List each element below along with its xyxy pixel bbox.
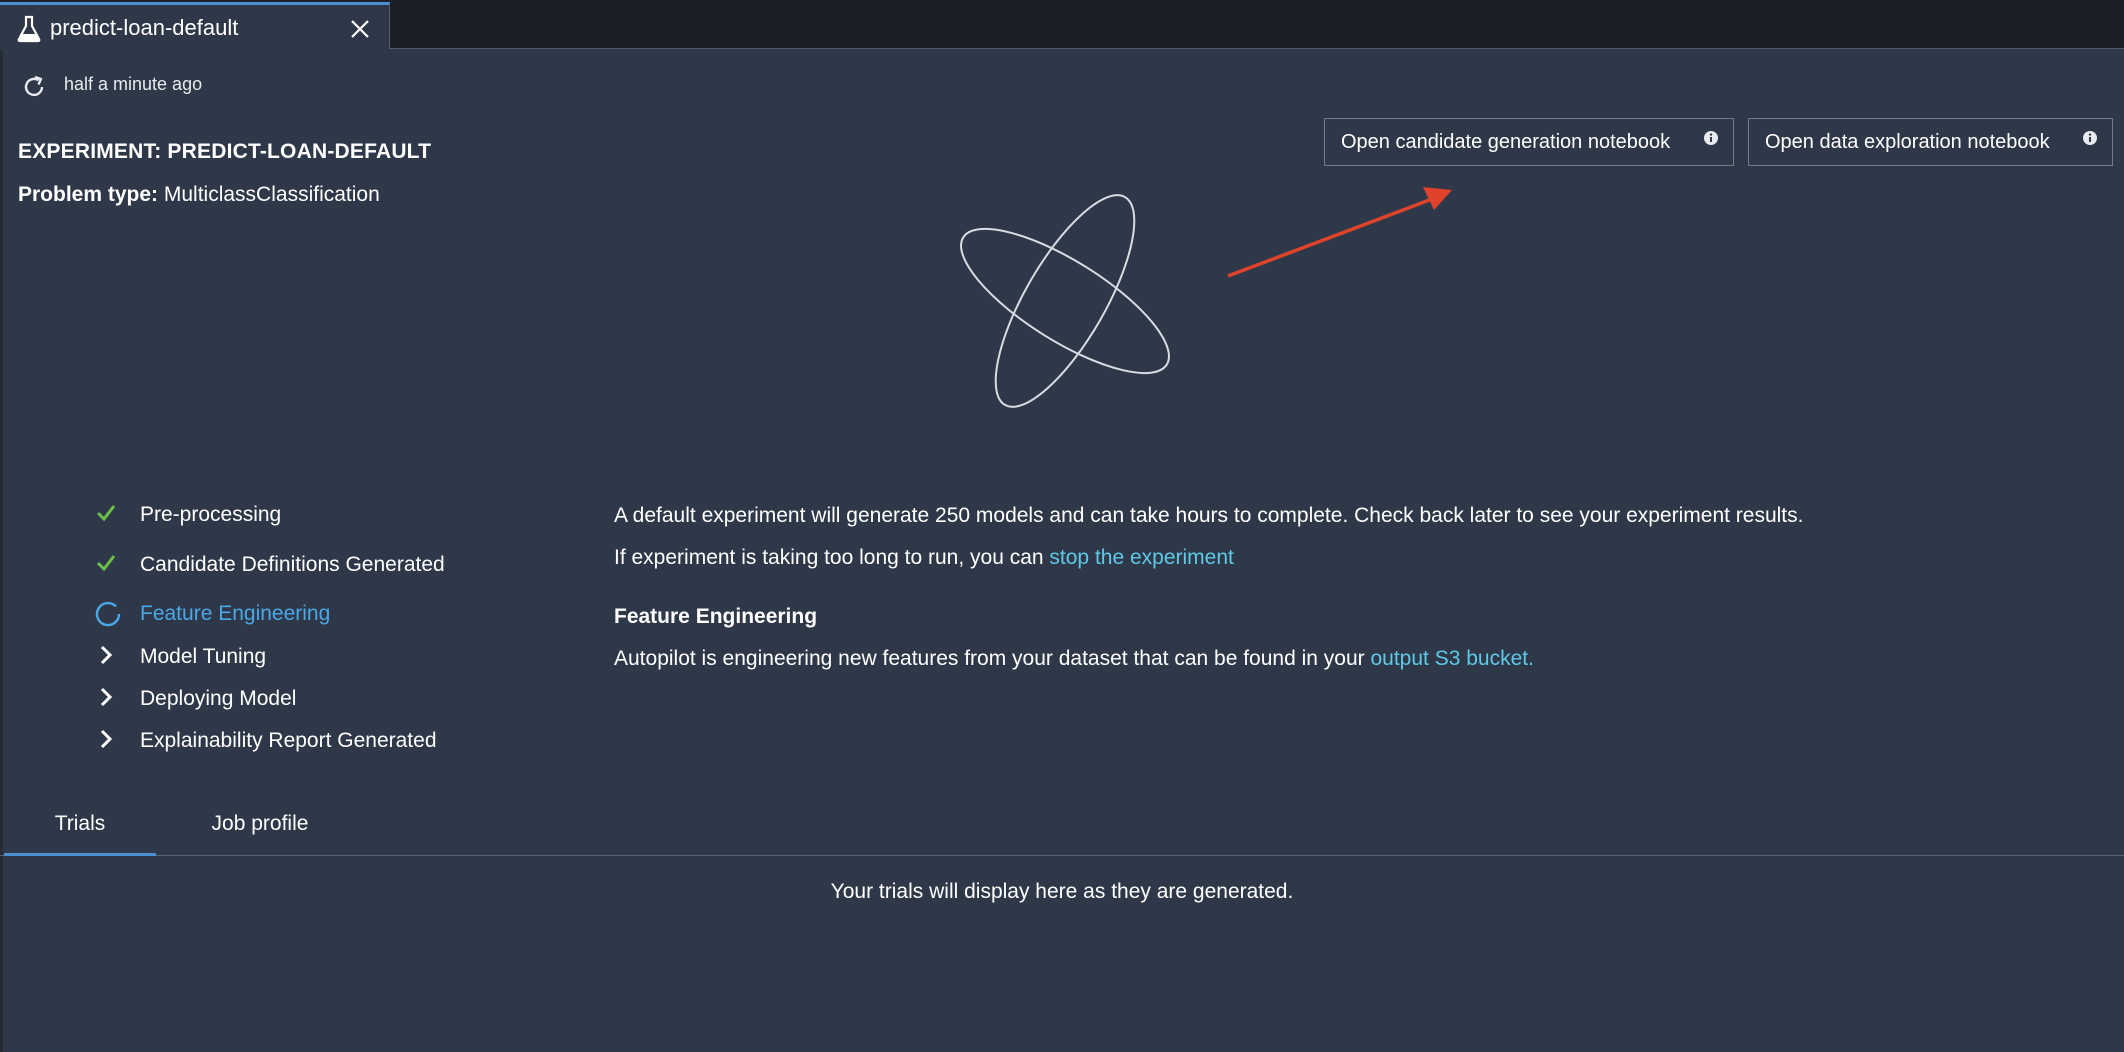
experiment-duration-note: A default experiment will generate 250 m… xyxy=(614,504,1804,527)
open-candidate-generation-notebook-button[interactable]: Open candidate generation notebook xyxy=(1324,118,1734,166)
step-label: Pre-processing xyxy=(140,503,282,526)
stop-experiment-link[interactable]: stop the experiment xyxy=(1049,546,1233,569)
loading-orbit-icon xyxy=(950,188,1180,423)
step-label: Candidate Definitions Generated xyxy=(140,553,445,576)
trials-empty-message: Your trials will display here as they ar… xyxy=(830,880,1294,903)
info-icon[interactable] xyxy=(1703,129,1719,152)
experiment-title: EXPERIMENT: PREDICT-LOAN-DEFAULT xyxy=(18,140,432,163)
tab-trials[interactable]: Trials xyxy=(4,812,156,856)
close-icon[interactable] xyxy=(350,19,370,44)
tab-bar: predict-loan-default xyxy=(0,0,2124,49)
refresh-icon[interactable] xyxy=(20,73,48,106)
flask-icon xyxy=(16,15,42,48)
step-label: Model Tuning xyxy=(140,645,267,668)
step-label: Explainability Report Generated xyxy=(140,729,437,752)
step-label: Feature Engineering xyxy=(140,602,331,625)
chevron-right-icon xyxy=(95,728,117,756)
tab-title: predict-loan-default xyxy=(50,15,239,40)
results-tabs: Trials Job profile xyxy=(0,800,2124,856)
chevron-right-icon xyxy=(95,686,117,714)
tab-job-profile[interactable]: Job profile xyxy=(168,812,352,856)
check-icon xyxy=(95,502,117,530)
last-refreshed-text: half a minute ago xyxy=(64,74,203,94)
tab-predict-loan-default[interactable]: predict-loan-default xyxy=(0,2,390,49)
exploration-notebook-label: Open data exploration notebook xyxy=(1765,130,2050,153)
candidate-notebook-label: Open candidate generation notebook xyxy=(1341,130,1671,153)
open-data-exploration-notebook-button[interactable]: Open data exploration notebook xyxy=(1748,118,2113,166)
current-step-heading: Feature Engineering xyxy=(614,605,818,628)
stop-experiment-note: If experiment is taking too long to run,… xyxy=(614,546,1234,570)
problem-type-label: Problem type: xyxy=(18,183,159,206)
info-icon[interactable] xyxy=(2082,129,2098,152)
current-step-description: Autopilot is engineering new features fr… xyxy=(614,647,1534,671)
current-step-text: Autopilot is engineering new features fr… xyxy=(614,647,1371,670)
spinner-icon xyxy=(95,601,121,633)
chevron-right-icon xyxy=(95,644,117,672)
annotation-arrow-icon xyxy=(1220,180,1460,290)
step-label: Deploying Model xyxy=(140,687,297,710)
problem-type-value: MulticlassClassification xyxy=(163,183,380,206)
output-s3-bucket-link[interactable]: output S3 bucket. xyxy=(1370,647,1533,670)
problem-type: Problem type: MulticlassClassification xyxy=(18,183,380,207)
stop-experiment-prefix: If experiment is taking too long to run,… xyxy=(614,546,1050,569)
check-icon xyxy=(95,552,117,580)
